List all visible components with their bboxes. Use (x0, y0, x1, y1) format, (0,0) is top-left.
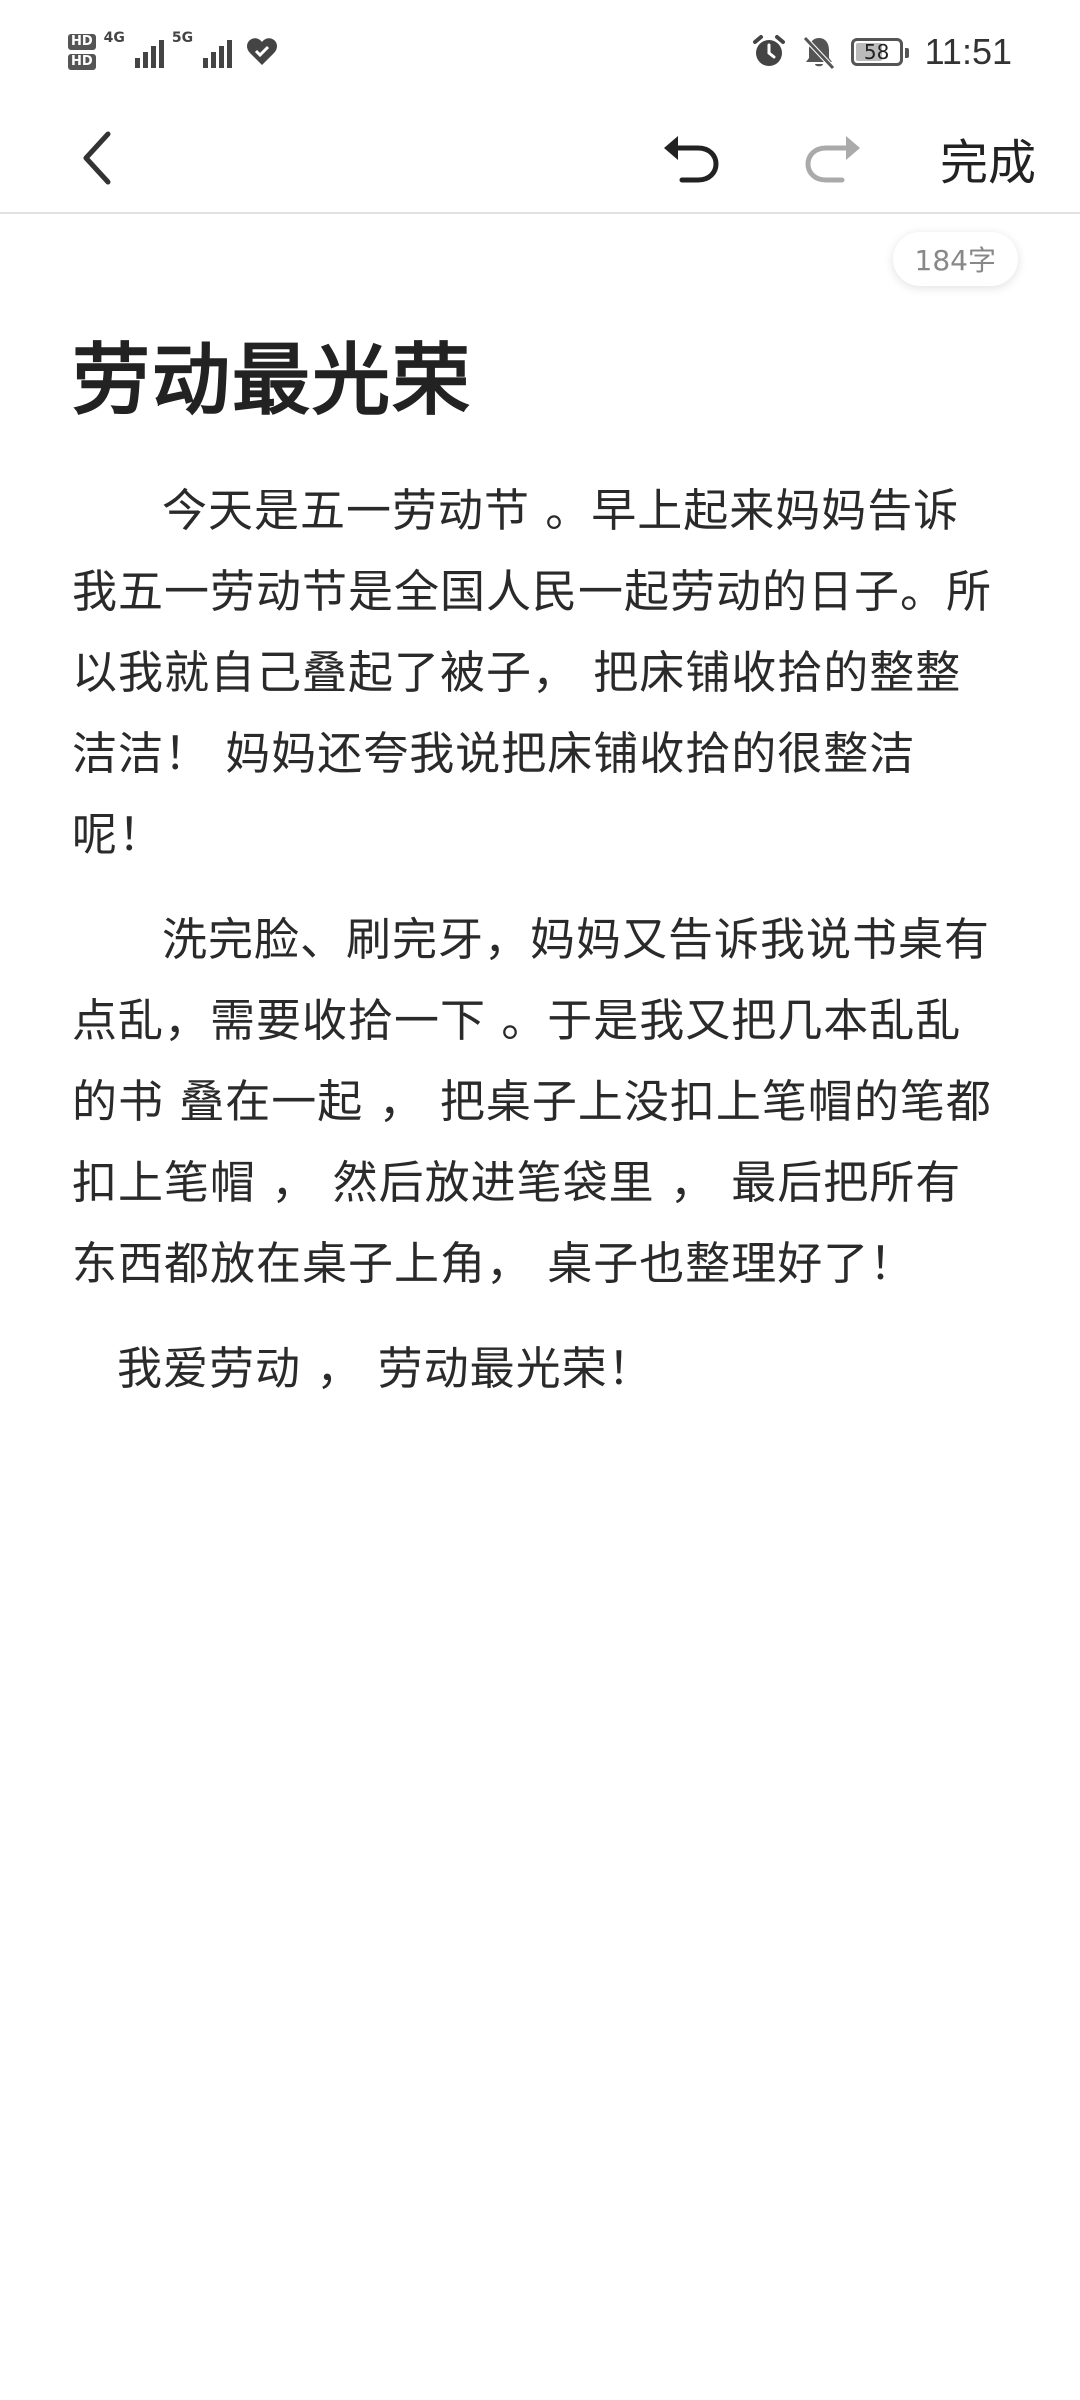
status-right-group: 58 11:51 (751, 28, 1012, 76)
note-paragraph-1[interactable]: 今天是五一劳动节 。早上起来妈妈告诉我五一劳动节是全国人民一起劳动的日子。所以我… (72, 470, 1002, 875)
note-editor[interactable]: 劳动最光荣 今天是五一劳动节 。早上起来妈妈告诉我五一劳动节是全国人民一起劳动的… (72, 320, 1002, 1433)
note-title[interactable]: 劳动最光荣 (72, 326, 1002, 436)
word-count-badge: 184字 (892, 232, 1018, 286)
hd-badge-bottom: HD (68, 54, 96, 70)
network-type-1: 4G (103, 30, 125, 46)
hd-indicators: HD HD (68, 34, 96, 70)
back-button[interactable] (56, 118, 136, 198)
battery-icon: 58 (850, 38, 909, 66)
status-left-group: HD HD 4G 5G (68, 28, 278, 76)
battery-level: 58 (863, 40, 890, 64)
note-paragraph-2[interactable]: 洗完脸、刷完牙，妈妈又告诉我说书桌有点乱，需要收拾一下 。于是我又把几本乱乱的书… (72, 899, 1002, 1304)
status-bar: HD HD 4G 5G 58 11:51 (0, 0, 1080, 104)
heart-icon (246, 37, 278, 67)
note-paragraph-3[interactable]: 我爱劳动 ， 劳动最光荣！ (72, 1328, 1002, 1409)
network-type-2: 5G (171, 30, 194, 46)
signal-strength-icon-2 (203, 36, 233, 68)
redo-button[interactable] (794, 118, 874, 198)
chevron-left-icon (76, 128, 116, 188)
undo-icon (658, 130, 722, 186)
hd-badge-top: HD (68, 34, 96, 50)
alarm-icon (751, 34, 787, 70)
signal-strength-icon (134, 36, 164, 68)
redo-icon (802, 130, 866, 186)
undo-button[interactable] (650, 118, 730, 198)
status-time: 11:51 (924, 31, 1012, 72)
done-button[interactable]: 完成 (932, 118, 1044, 198)
bell-off-icon (801, 34, 837, 70)
editor-toolbar: 完成 (0, 104, 1080, 214)
